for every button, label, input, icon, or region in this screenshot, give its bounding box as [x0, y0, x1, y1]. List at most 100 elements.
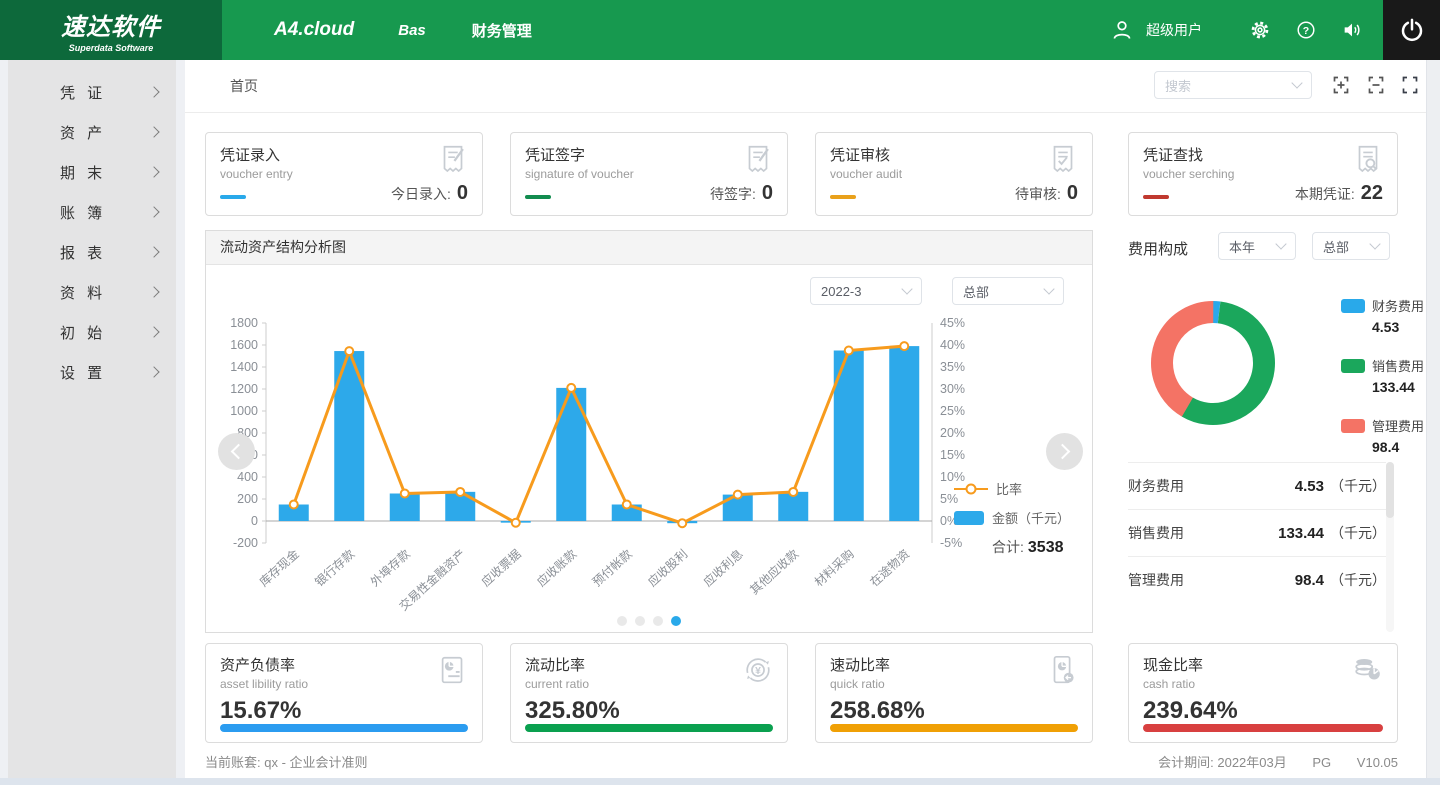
legend-ratio-label: 比率 [996, 479, 1022, 498]
svg-text:1200: 1200 [230, 382, 258, 396]
chart-next-button[interactable] [1046, 433, 1083, 470]
expense-list: 财务费用 4.53 （千元） 销售费用 133.44 （千元） 管理费用 98.… [1128, 462, 1386, 603]
pager-dot[interactable] [617, 616, 627, 626]
sidebar-item-initial[interactable]: 初 始 [8, 312, 176, 352]
expense-row-admin[interactable]: 管理费用 98.4 （千元） [1128, 556, 1386, 603]
chevron-down-icon [1291, 77, 1302, 88]
card-voucher-search[interactable]: 凭证查找 voucher serching 本期凭证:22 [1128, 132, 1398, 216]
fullscreen-brackets-icon[interactable] [1400, 75, 1420, 95]
svg-text:1800: 1800 [230, 316, 258, 330]
zoom-out-brackets-icon[interactable] [1366, 75, 1386, 95]
chart-legend: 比率 金额（千元） 合计:3538 [954, 479, 1082, 557]
scrollbar-thumb[interactable] [1386, 462, 1394, 518]
help-icon[interactable]: ? [1294, 18, 1318, 42]
search-input[interactable]: 搜索 [1154, 71, 1312, 99]
chevron-right-icon [148, 286, 159, 297]
ratio-bar [830, 724, 1078, 732]
card-quick-ratio[interactable]: 速动比率 quick ratio 258.68% [815, 643, 1093, 743]
row-value: 98.4 [1295, 572, 1324, 589]
ratio-value: 239.64% [1143, 697, 1383, 725]
sidebar-item-settings[interactable]: 设 置 [8, 352, 176, 392]
org-select-value: 总部 [963, 282, 1045, 301]
legend-name: 管理费用 [1372, 419, 1424, 434]
chart-prev-button[interactable] [218, 433, 255, 470]
period-select[interactable]: 2022-3 [810, 277, 922, 305]
org-select[interactable]: 总部 [952, 277, 1064, 305]
nav-module-finance[interactable]: 财务管理 [472, 20, 532, 41]
legend-sales-expense[interactable]: 销售费用 133.44 [1341, 356, 1401, 395]
expense-org-select[interactable]: 总部 [1312, 232, 1390, 260]
svg-text:1400: 1400 [230, 360, 258, 374]
legend-value: 4.53 [1372, 319, 1401, 335]
card-stat-label: 本期凭证: [1295, 186, 1355, 202]
chevron-left-icon [231, 444, 247, 460]
chevron-right-icon [1055, 444, 1071, 460]
sidebar-item-period-end[interactable]: 期 末 [8, 152, 176, 192]
nav-brand[interactable]: A4.cloud [274, 19, 354, 41]
user-name[interactable]: 超级用户 [1146, 20, 1202, 40]
user-icon[interactable] [1110, 18, 1134, 42]
sidebar-item-reports[interactable]: 报 表 [8, 232, 176, 272]
svg-text:-200: -200 [233, 536, 258, 550]
voucher-search-icon [1351, 143, 1385, 177]
svg-text:在途物资: 在途物资 [867, 546, 913, 589]
expense-donut-chart [1138, 288, 1288, 438]
card-title: 现金比率 [1143, 654, 1383, 675]
settings-icon[interactable] [1248, 18, 1272, 42]
panel-title: 流动资产结构分析图 [206, 231, 1092, 265]
expense-title: 费用构成 [1128, 238, 1188, 259]
pager-dot-active[interactable] [671, 616, 681, 626]
bar-swatch-icon [954, 511, 984, 525]
nav-suite[interactable]: Bas [398, 22, 426, 39]
expense-row-finance[interactable]: 财务费用 4.53 （千元） [1128, 462, 1386, 509]
tab-home[interactable]: 首页 [230, 76, 258, 96]
svg-text:35%: 35% [940, 360, 965, 374]
sidebar: 凭 证 资 产 期 末 账 簿 报 表 资 料 初 始 设 置 [8, 60, 176, 778]
bar-line-chart: 180016001400120010008006004002000-20045%… [206, 311, 1094, 616]
currency-cycle-icon: ¥ [741, 654, 775, 688]
card-subtitle: current ratio [525, 677, 773, 691]
card-voucher-entry[interactable]: 凭证录入 voucher entry 今日录入:0 [205, 132, 483, 216]
legend-amount[interactable]: 金额（千元） [954, 508, 1082, 527]
pager-dot[interactable] [653, 616, 663, 626]
sidebar-item-voucher[interactable]: 凭 证 [8, 72, 176, 112]
sidebar-item-ledgers[interactable]: 账 簿 [8, 192, 176, 232]
card-asset-liability-ratio[interactable]: 资产负债率 asset libility ratio 15.67% [205, 643, 483, 743]
card-cash-ratio[interactable]: 现金比率 cash ratio 239.64% [1128, 643, 1398, 743]
sound-icon[interactable] [1340, 18, 1364, 42]
card-title: 流动比率 [525, 654, 773, 675]
card-stat-value: 22 [1361, 182, 1383, 204]
power-icon[interactable] [1383, 0, 1440, 60]
expense-year-select[interactable]: 本年 [1218, 232, 1296, 260]
pager-dot[interactable] [635, 616, 645, 626]
expense-legend: 财务费用 4.53 销售费用 133.44 管理费用 98.4 [1341, 296, 1401, 476]
sidebar-item-label: 报 表 [60, 242, 106, 263]
sidebar-item-data[interactable]: 资 料 [8, 272, 176, 312]
sidebar-item-assets[interactable]: 资 产 [8, 112, 176, 152]
chevron-right-icon [148, 126, 159, 137]
row-unit: （千元） [1330, 476, 1386, 496]
accent-dash [220, 195, 246, 199]
card-current-ratio[interactable]: 流动比率 current ratio 325.80% ¥ [510, 643, 788, 743]
current-account-set: 当前账套: qx - 企业会计准则 [205, 752, 368, 771]
legend-ratio[interactable]: 比率 [954, 479, 1082, 498]
chevron-right-icon [148, 206, 159, 217]
swatch-icon [1341, 299, 1365, 313]
expense-org-value: 总部 [1323, 237, 1371, 256]
sidebar-item-label: 账 簿 [60, 202, 106, 223]
card-voucher-signature[interactable]: 凭证签字 signature of voucher 待签字:0 [510, 132, 788, 216]
row-name: 管理费用 [1128, 570, 1295, 590]
accent-dash [525, 195, 551, 199]
legend-admin-expense[interactable]: 管理费用 98.4 [1341, 416, 1401, 455]
card-voucher-audit[interactable]: 凭证审核 voucher audit 待审核:0 [815, 132, 1093, 216]
logo-title: 速达软件 [61, 7, 161, 42]
legend-finance-expense[interactable]: 财务费用 4.53 [1341, 296, 1401, 335]
expense-row-sales[interactable]: 销售费用 133.44 （千元） [1128, 509, 1386, 556]
svg-text:15%: 15% [940, 448, 965, 462]
row-value: 4.53 [1295, 478, 1324, 495]
chart-pager [206, 616, 1092, 626]
zoom-in-brackets-icon[interactable] [1331, 75, 1351, 95]
accounting-period: 会计期间: 2022年03月 [1158, 755, 1287, 770]
app-header: 速达软件 Superdata Software A4.cloud Bas 财务管… [0, 0, 1440, 60]
chevron-down-icon [901, 283, 912, 294]
